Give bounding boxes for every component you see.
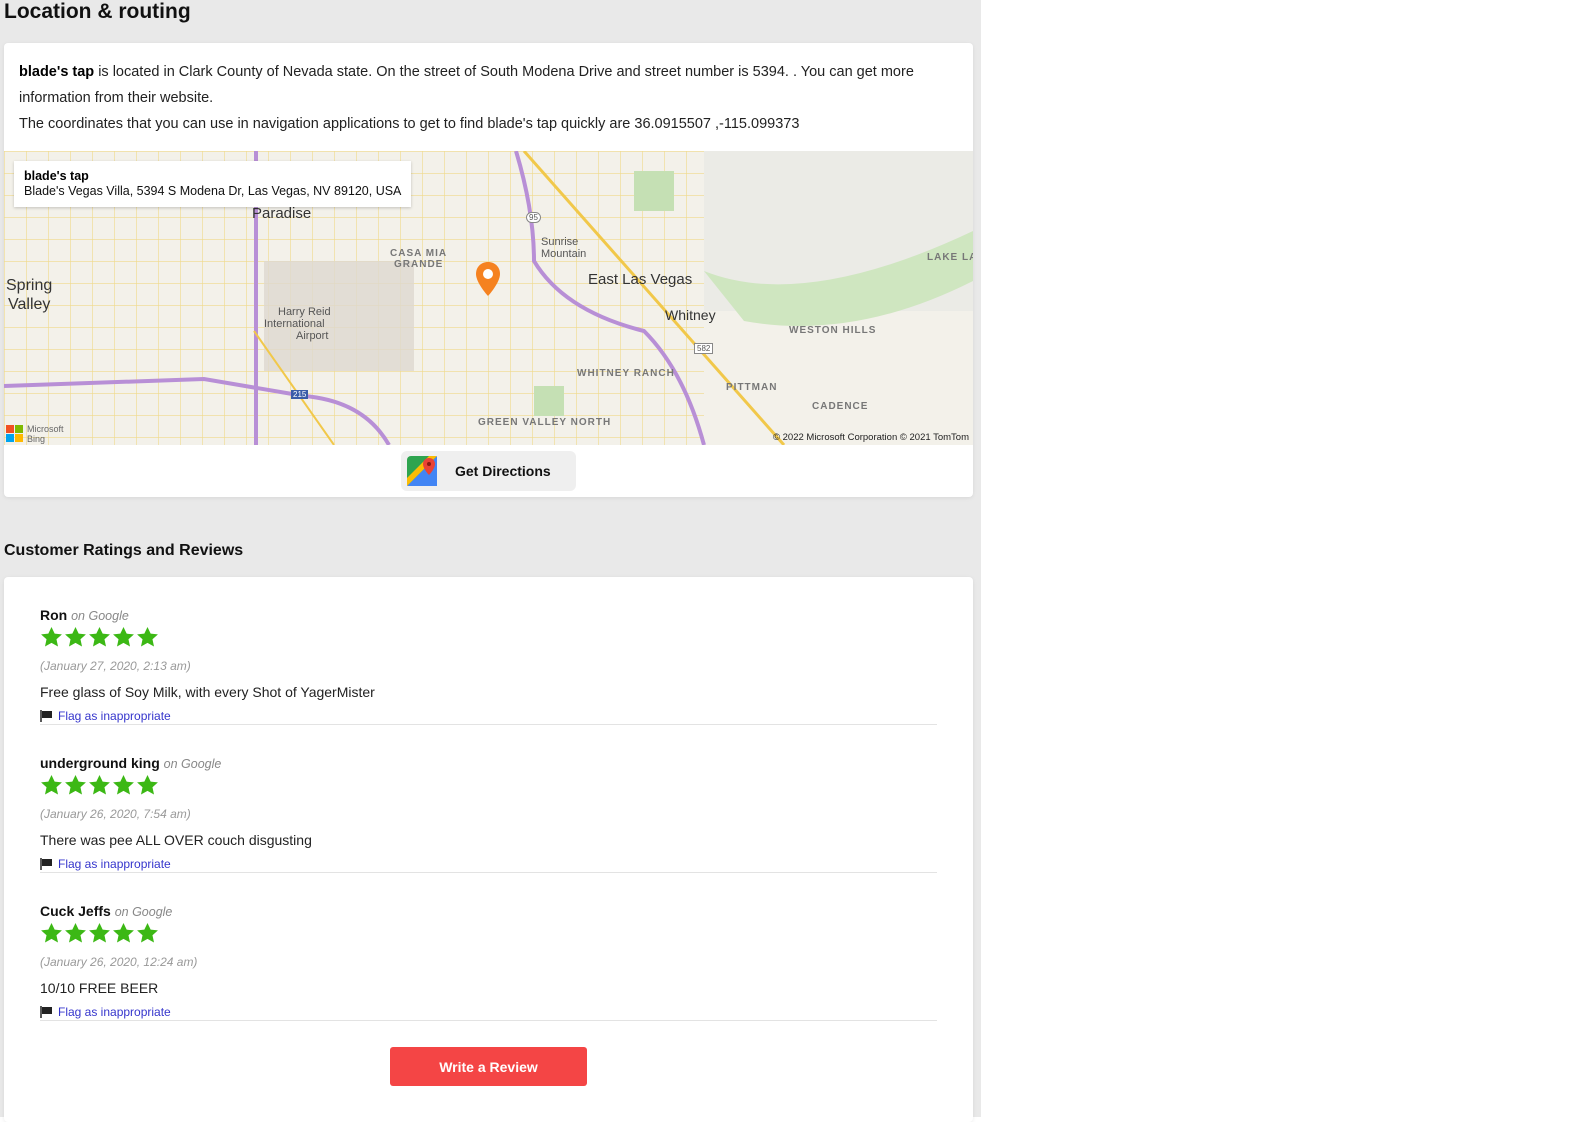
flag-icon: [40, 710, 52, 722]
flag-icon: [40, 1006, 52, 1018]
star-icon: [137, 626, 158, 647]
map-popup: blade's tap Blade's Vegas Villa, 5394 S …: [14, 161, 412, 207]
location-description: blade's tap is located in Clark County o…: [19, 59, 949, 137]
star-icon: [137, 922, 158, 943]
star-icon: [41, 922, 62, 943]
map-label: Whitney: [665, 307, 716, 323]
review-source: on Google: [163, 757, 222, 771]
star-rating: [40, 774, 159, 796]
map-label: East Las Vegas: [588, 271, 693, 288]
popup-title: blade's tap: [24, 169, 89, 183]
microsoft-logo-icon: [6, 425, 23, 442]
review-source: on Google: [71, 609, 129, 623]
map-label: GRANDE: [394, 259, 444, 270]
flag-label: Flag as inappropriate: [58, 857, 171, 871]
reviewer-name: Cuck Jeffs on Google: [40, 903, 172, 919]
map-label: Paradise: [252, 205, 312, 222]
review-item: underground king on Google (January 26, 2…: [40, 725, 937, 873]
star-icon: [65, 922, 86, 943]
map-pin-icon[interactable]: [474, 261, 502, 297]
star-rating: [40, 626, 159, 648]
google-maps-icon: [407, 456, 437, 486]
map-copyright: © 2022 Microsoft Corporation © 2021 TomT…: [773, 432, 969, 443]
star-icon: [113, 922, 134, 943]
review-text: 10/10 FREE BEER: [40, 980, 159, 996]
intro-text: is located in Clark County of Nevada sta…: [19, 64, 914, 106]
star-icon: [89, 922, 110, 943]
reviewer-name-text: Ron: [40, 607, 68, 623]
map-label: WESTON HILLS: [789, 325, 877, 336]
review-date: (January 26, 2020, 7:54 am): [40, 807, 191, 821]
flag-inappropriate-link[interactable]: Flag as inappropriate: [40, 1005, 171, 1019]
map-label: CADENCE: [812, 401, 869, 412]
star-icon: [65, 774, 86, 795]
map-label: GREEN VALLEY NORTH: [478, 417, 612, 428]
star-icon: [137, 774, 158, 795]
coordinates-text: The coordinates that you can use in navi…: [19, 116, 800, 132]
flag-icon: [40, 858, 52, 870]
map[interactable]: Paradise Spring Valley CASA MIA GRANDE S…: [4, 151, 973, 445]
reviewer-name: underground king on Google: [40, 755, 221, 771]
get-directions-button[interactable]: Get Directions: [401, 451, 576, 491]
flag-inappropriate-link[interactable]: Flag as inappropriate: [40, 709, 171, 723]
map-label: International: [264, 318, 325, 330]
location-card: blade's tap is located in Clark County o…: [4, 43, 973, 497]
star-icon: [65, 626, 86, 647]
star-icon: [41, 774, 62, 795]
star-icon: [113, 626, 134, 647]
review-source: on Google: [114, 905, 173, 919]
flag-inappropriate-link[interactable]: Flag as inappropriate: [40, 857, 171, 871]
highway-shield: 582: [694, 343, 714, 354]
get-directions-label: Get Directions: [455, 463, 551, 479]
map-label: Mountain: [541, 248, 587, 260]
map-label: Valley: [8, 296, 51, 313]
reviewer-name-text: underground king: [40, 755, 160, 771]
bing-logo: Microsoft Bing: [6, 424, 64, 444]
map-label: Harry Reid: [278, 306, 331, 318]
flag-label: Flag as inappropriate: [58, 1005, 171, 1019]
review-text: There was pee ALL OVER couch disgusting: [40, 832, 312, 848]
review-date: (January 27, 2020, 2:13 am): [40, 659, 191, 673]
flag-label: Flag as inappropriate: [58, 709, 171, 723]
review-date: (January 26, 2020, 12:24 am): [40, 955, 198, 969]
star-icon: [41, 626, 62, 647]
star-icon: [89, 774, 110, 795]
map-label: Airport: [296, 330, 329, 342]
star-icon: [89, 626, 110, 647]
bing-brand-line: Microsoft: [27, 424, 64, 434]
map-label: WHITNEY RANCH: [577, 368, 675, 379]
popup-address: Blade's Vegas Villa, 5394 S Modena Dr, L…: [24, 184, 402, 198]
bing-brand-line: Bing: [27, 434, 46, 444]
write-review-button[interactable]: Write a Review: [390, 1047, 587, 1086]
map-label: Spring: [6, 277, 53, 294]
review-item: Cuck Jeffs on Google (January 26, 2020, 1…: [40, 873, 937, 1021]
review-text: Free glass of Soy Milk, with every Shot …: [40, 684, 375, 700]
star-icon: [113, 774, 134, 795]
reviewer-name: Ron on Google: [40, 607, 129, 623]
star-rating: [40, 922, 159, 944]
reviews-card: Ron on Google (January 27, 2020, 2:13 am)…: [4, 577, 973, 1122]
reviews-heading: Customer Ratings and Reviews: [4, 542, 244, 559]
business-name: blade's tap: [19, 64, 95, 80]
map-label: PITTMAN: [726, 382, 778, 393]
interstate-shield: 215: [291, 390, 309, 399]
map-label: CASA MIA: [390, 248, 448, 259]
highway-shield: 95: [526, 212, 541, 223]
location-heading: Location & routing: [4, 0, 191, 23]
map-label: LAKE LA: [927, 252, 973, 263]
review-item: Ron on Google (January 27, 2020, 2:13 am)…: [40, 577, 937, 725]
reviewer-name-text: Cuck Jeffs: [40, 903, 111, 919]
map-label: Sunrise: [541, 236, 579, 248]
